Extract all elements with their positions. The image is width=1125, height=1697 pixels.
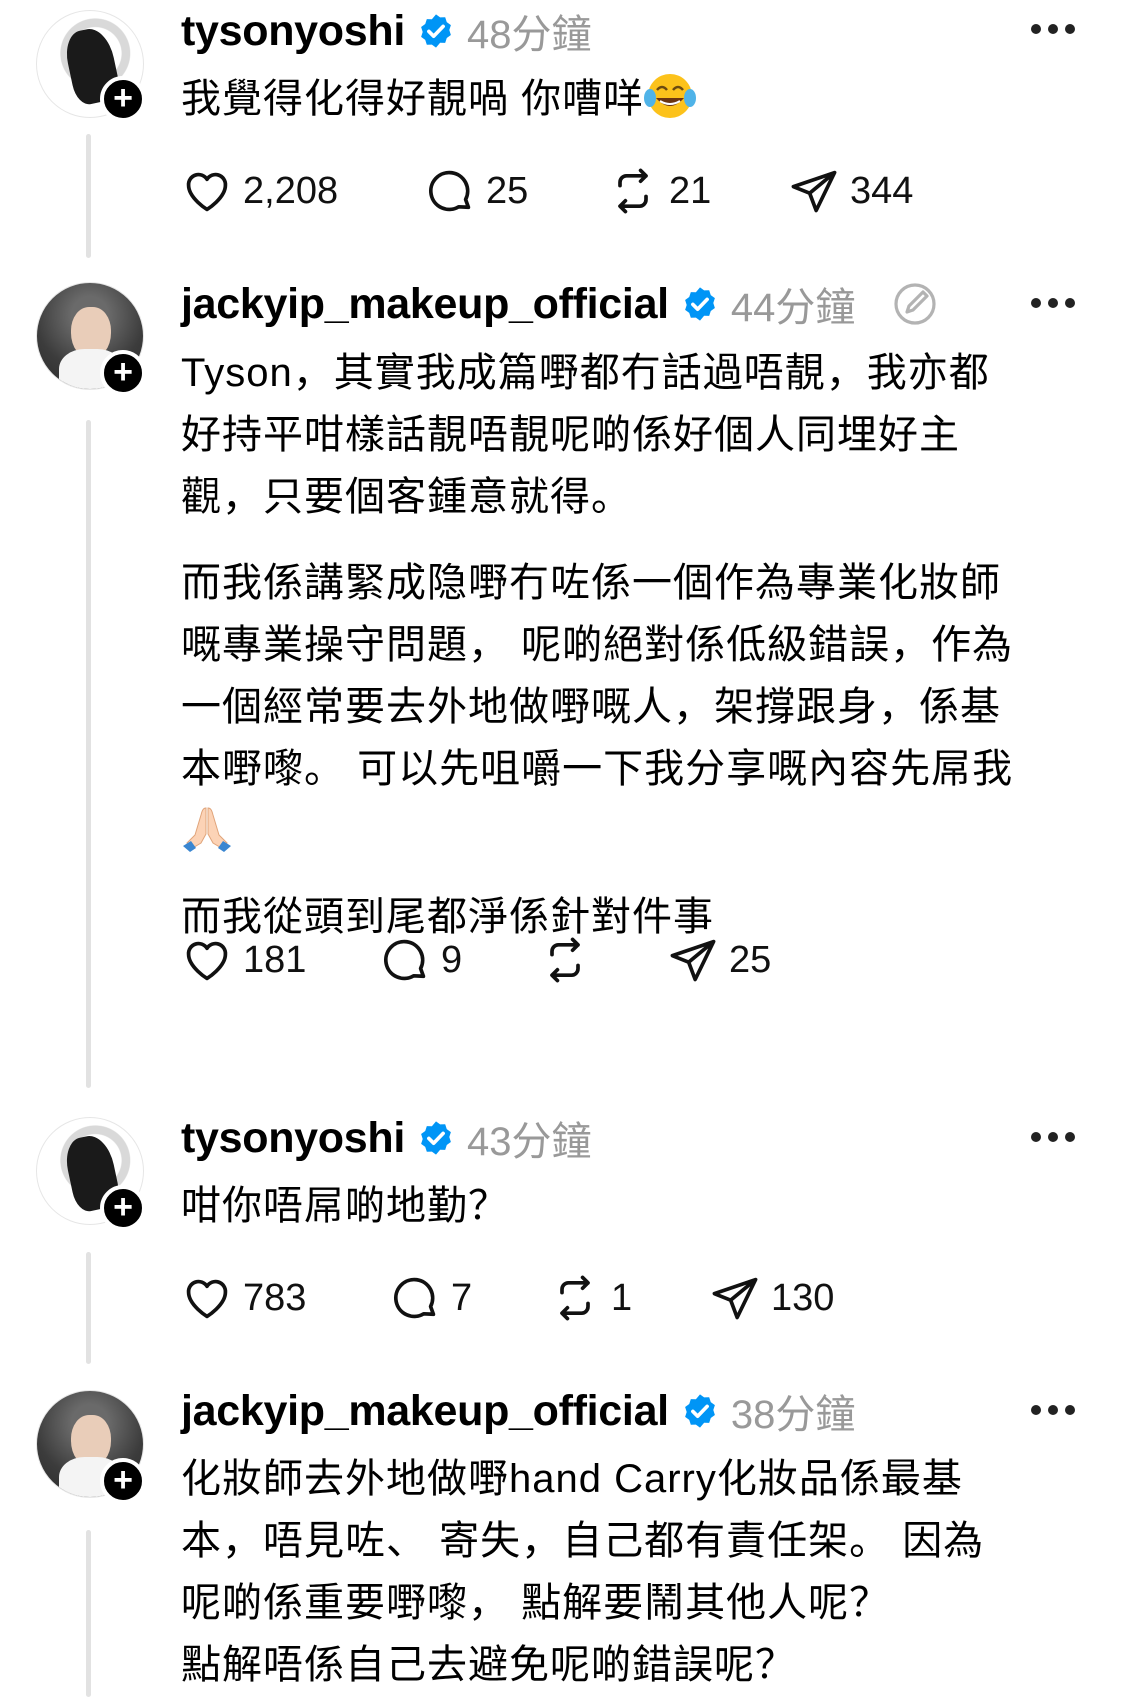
repost-icon [560, 1275, 590, 1321]
folded-hands-icon [183, 807, 231, 852]
repost-count: 1 [611, 1276, 633, 1319]
post-text-line: 呢啲係重要嘢嚟， 點解要鬧其他人呢？ [181, 1581, 891, 1625]
send-icon [712, 1277, 758, 1320]
like-count: 783 [243, 1276, 307, 1319]
more-options-icon[interactable] [1031, 22, 1075, 36]
post-time: 38分鐘 [730, 1393, 856, 1437]
share-button[interactable]: 344 [788, 163, 913, 219]
reply-button[interactable]: 7 [389, 1270, 549, 1326]
username[interactable]: tysonyoshi [181, 1114, 405, 1163]
thread-line [86, 1252, 91, 1364]
repost-button[interactable]: 1 [549, 1270, 709, 1326]
like-button[interactable]: 181 [181, 932, 379, 988]
repost-button[interactable]: 21 [607, 163, 788, 219]
share-count: 344 [850, 169, 914, 212]
face-with-tears-of-joy-icon [644, 74, 697, 118]
reply-button[interactable]: 9 [379, 932, 539, 988]
post-text: Tyson，其實我成篇嘢都冇話過唔靚，我亦都 好持平咁樣話靚唔靚呢啲係好個人同埋… [181, 342, 1091, 948]
post-text-line: 點解唔係自己去避免呢啲錯誤呢？ [181, 1643, 796, 1687]
post-text-line: 我覺得化得好靚喎 你嘈咩 [181, 77, 645, 121]
post-text-line: 觀，只要個客鍾意就得。 [181, 475, 632, 519]
reply-count: 7 [451, 1276, 473, 1319]
username[interactable]: jackyip_makeup_official [181, 1387, 669, 1436]
more-options-icon[interactable] [1031, 296, 1075, 310]
post-header: tysonyoshi 43分鐘 [181, 1112, 592, 1165]
post-text-line: 一個經常要去外地做嘢嘅人，架撐跟身，係基 [181, 685, 1001, 729]
post-time: 43分鐘 [467, 1120, 592, 1164]
username[interactable]: jackyip_makeup_official [181, 280, 669, 329]
reply-count: 9 [441, 938, 463, 981]
thread-line [86, 1530, 91, 1697]
share-button[interactable]: 25 [667, 932, 771, 988]
post-text-line: 本，唔見咗、 寄失，自己都有責任架。 因為 [181, 1519, 985, 1563]
follow-plus-icon[interactable]: + [100, 350, 146, 396]
thread-line [86, 420, 91, 1088]
post-actions: 2,208 25 21 344 [181, 163, 913, 219]
like-count: 181 [243, 938, 307, 981]
heart-icon [186, 1279, 228, 1319]
follow-plus-icon[interactable]: + [100, 1185, 146, 1231]
post-text-line: 而我係講緊成隐嘢冇咗係一個作為專業化妝師 [181, 561, 1001, 605]
like-button[interactable]: 2,208 [181, 163, 424, 219]
post-header: jackyip_makeup_official 44分鐘 [181, 278, 939, 330]
comment-icon [383, 939, 426, 981]
repost-icon [550, 937, 580, 983]
post-text: 我覺得化得好靚喎 你嘈咩 [181, 68, 1091, 130]
verified-badge-icon [684, 1394, 715, 1428]
like-count: 2,208 [243, 169, 339, 212]
post-text: 咁你唔屌啲地勤？ [181, 1175, 1091, 1237]
post-time: 44分鐘 [730, 286, 856, 330]
post-text-line: 本嘢嚟。 可以先咀嚼一下我分享嘅內容先屌我 [181, 747, 1014, 791]
heart-icon [186, 172, 228, 212]
heart-icon [186, 941, 228, 981]
post-text-line: 好持平咁樣話靚唔靚呢啲係好個人同埋好主 [181, 413, 960, 457]
more-options-icon[interactable] [1031, 1403, 1075, 1417]
post-text-line: 化妝師去外地做嘢hand Carry化妝品係最基 [181, 1457, 963, 1501]
reply-count: 25 [486, 169, 529, 212]
post-header: tysonyoshi 48分鐘 [181, 5, 592, 58]
repost-count: 21 [669, 169, 712, 212]
verified-badge-icon [684, 287, 715, 321]
more-options-icon[interactable] [1031, 1130, 1075, 1144]
post-text-line: 咁你唔屌啲地勤？ [181, 1184, 509, 1228]
send-icon [791, 170, 837, 213]
edited-icon [894, 283, 936, 325]
verified-badge-icon [421, 14, 451, 48]
share-button[interactable]: 130 [709, 1270, 834, 1326]
post-text-line: Tyson，其實我成篇嘢都冇話過唔靚，我亦都 [181, 351, 990, 395]
reply-button[interactable]: 25 [424, 163, 607, 219]
post-actions: 181 9 25 [181, 932, 771, 988]
like-button[interactable]: 783 [181, 1270, 389, 1326]
post-text: 化妝師去外地做嘢hand Carry化妝品係最基 本，唔見咗、 寄失，自己都有責… [181, 1448, 1091, 1696]
verified-badge-icon [421, 1121, 451, 1155]
post-actions: 783 7 1 130 [181, 1270, 834, 1326]
post-header: jackyip_makeup_official 38分鐘 [181, 1385, 856, 1438]
send-icon [670, 939, 716, 982]
repost-button[interactable] [539, 932, 667, 988]
repost-icon [618, 168, 648, 214]
share-count: 130 [771, 1276, 835, 1319]
post-text-line: 嘅專業操守問題， 呢啲絕對係低級錯誤，作為 [181, 623, 1014, 667]
share-count: 25 [729, 938, 772, 981]
follow-plus-icon[interactable]: + [100, 76, 146, 122]
post-text-line [181, 800, 1091, 862]
thread-line [86, 134, 91, 258]
follow-plus-icon[interactable]: + [100, 1458, 146, 1504]
comment-icon [393, 1277, 436, 1319]
comment-icon [428, 170, 471, 212]
username[interactable]: tysonyoshi [181, 7, 405, 56]
post-time: 48分鐘 [467, 13, 592, 57]
